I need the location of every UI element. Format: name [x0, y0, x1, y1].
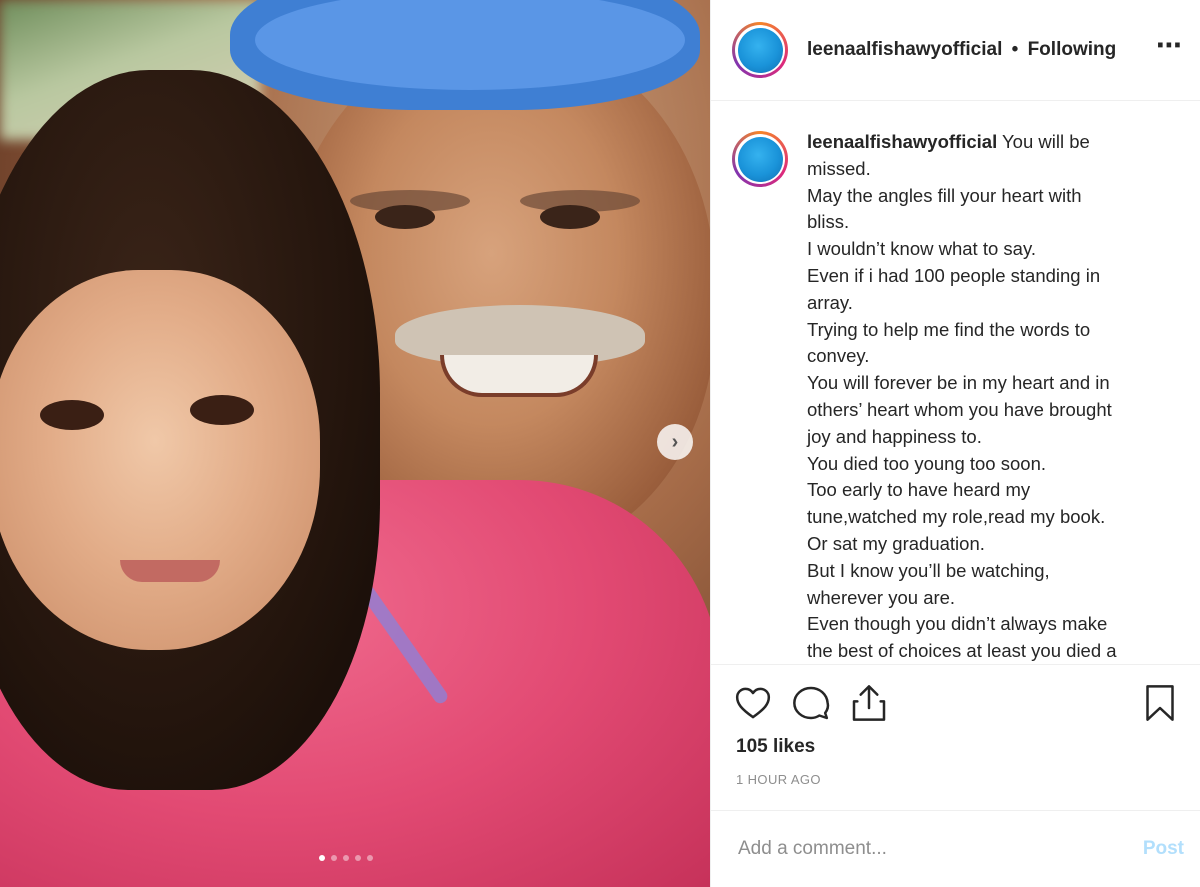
share-icon[interactable] [849, 683, 889, 723]
instagram-post-view: › leenaalfishawyofficial • Following ⋯ l… [0, 0, 1200, 887]
caption-line: I wouldn’t know what to say. [807, 238, 1036, 260]
avatar[interactable] [732, 22, 788, 78]
comment-input[interactable] [736, 836, 1143, 861]
caption-line: convey. [807, 345, 870, 367]
carousel-next-button[interactable]: › [657, 424, 693, 460]
caption-line: missed. [807, 157, 871, 179]
likes-count[interactable]: 105 likes [736, 736, 815, 758]
caption-line: bliss. [807, 211, 850, 233]
caption-line: You will forever be in my heart and in [807, 372, 1110, 394]
header-username[interactable]: leenaalfishawyofficial [807, 39, 1002, 60]
comments-section[interactable]: leenaalfishawyofficial You will be misse… [711, 101, 1200, 664]
caption-line: May the angles fill your heart with [807, 184, 1082, 206]
caption-line: array. [807, 291, 853, 313]
bookmark-icon[interactable] [1140, 683, 1180, 723]
profile-picture [737, 136, 783, 182]
caption-line: Or sat my graduation. [807, 532, 985, 554]
photo-girl-face [0, 270, 320, 650]
separator-dot: • [1011, 39, 1019, 60]
post-header: leenaalfishawyofficial • Following ⋯ [711, 0, 1200, 101]
post-timestamp[interactable]: 1 HOUR AGO [736, 772, 821, 787]
caption-line: Even though you didn’t always make [807, 613, 1108, 635]
post-photo[interactable]: › [0, 0, 710, 887]
post-comment-button[interactable]: Post [1143, 838, 1184, 860]
comment-icon[interactable] [791, 683, 831, 723]
caption-line: wherever you are. [807, 586, 956, 608]
post-caption: leenaalfishawyofficial You will be misse… [807, 129, 1162, 664]
post-side-panel: leenaalfishawyofficial • Following ⋯ lee… [710, 0, 1200, 887]
avatar[interactable] [732, 131, 788, 187]
carousel-dot[interactable] [367, 855, 373, 861]
caption-line: others’ heart whom you have brought [807, 398, 1112, 420]
carousel-dot[interactable] [319, 855, 325, 861]
add-comment-bar: Post [711, 810, 1200, 886]
caption-line: You died too young too soon. [807, 452, 1046, 474]
caption-line: But I know you’ll be watching, [807, 559, 1050, 581]
caption-line: Trying to help me find the words to [807, 318, 1091, 340]
chevron-right-icon: › [671, 430, 679, 453]
following-button[interactable]: Following [1028, 39, 1117, 60]
caption-username[interactable]: leenaalfishawyofficial [807, 131, 997, 152]
caption-line: You will be [1002, 131, 1090, 152]
carousel-dots [319, 855, 373, 861]
caption-line: tune,watched my role,read my book. [807, 506, 1106, 528]
caption-line: joy and happiness to. [807, 425, 982, 447]
heart-icon[interactable] [733, 683, 773, 723]
caption-line: Too early to have heard my [807, 479, 1031, 501]
carousel-dot[interactable] [355, 855, 361, 861]
profile-picture [737, 27, 783, 73]
carousel-dot[interactable] [331, 855, 337, 861]
post-actions: 105 likes 1 HOUR AGO Post [711, 664, 1200, 886]
caption-line: Even if i had 100 people standing in [807, 264, 1101, 286]
carousel-dot[interactable] [343, 855, 349, 861]
more-options-icon[interactable]: ⋯ [1156, 32, 1182, 58]
caption-line: the best of choices at least you died a [807, 640, 1117, 662]
